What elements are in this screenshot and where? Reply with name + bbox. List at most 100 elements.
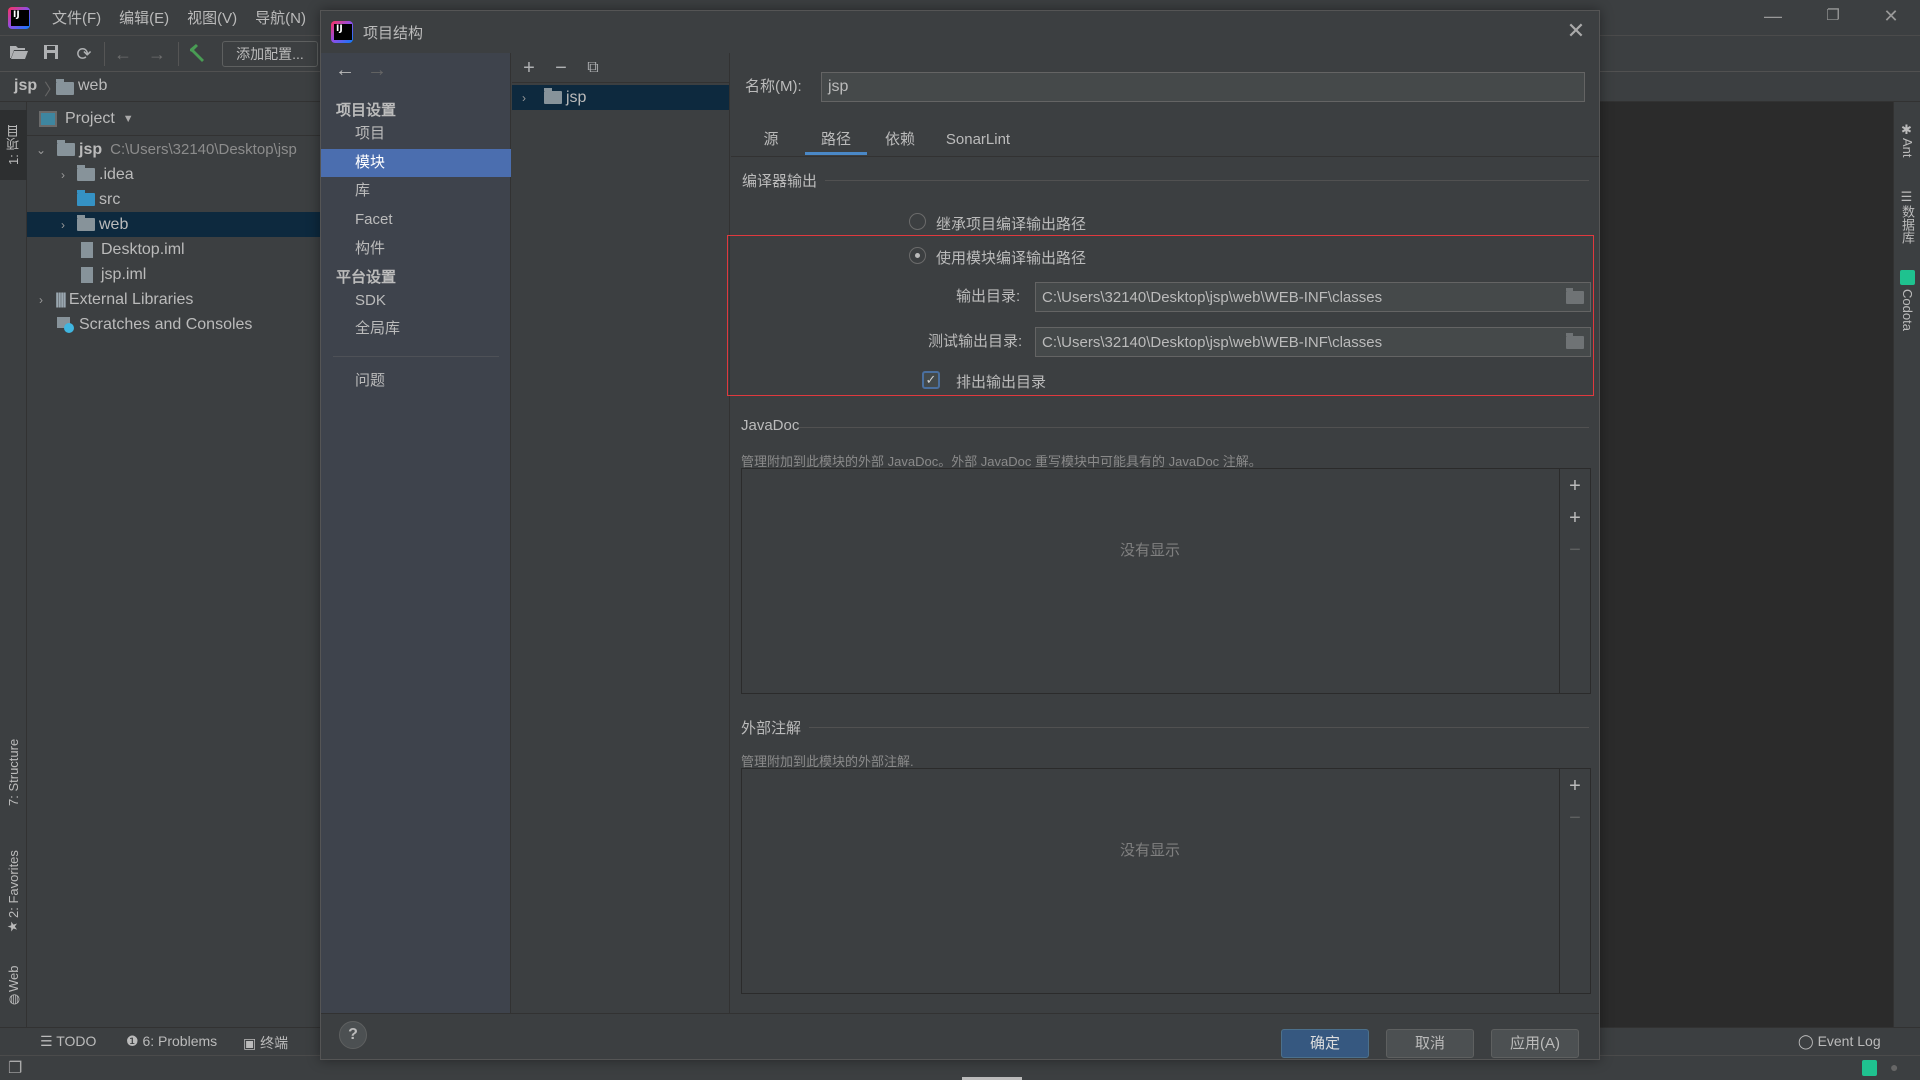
ant-tool-tab[interactable]: ✱ Ant: [1894, 110, 1920, 170]
copy-icon[interactable]: ⧉: [582, 57, 604, 79]
tree-item-path: C:\Users\32140\Desktop\jsp: [110, 141, 297, 158]
problems-label: 6: Problems: [142, 1033, 218, 1049]
codota-status-icon[interactable]: [1862, 1060, 1877, 1076]
nav-item-project[interactable]: 项目: [321, 120, 511, 148]
tree-item-desktop-iml[interactable]: Desktop.iml: [27, 237, 320, 262]
favorites-tool-tab[interactable]: ★ 2: Favorites: [0, 842, 27, 942]
breadcrumb-folder[interactable]: web: [78, 77, 107, 95]
back-icon[interactable]: ←: [112, 43, 134, 65]
codota-tool-tab-label: Codota: [1900, 288, 1915, 331]
remove-icon[interactable]: −: [550, 57, 572, 79]
module-item-jsp[interactable]: › jsp: [512, 85, 729, 110]
cancel-button[interactable]: 取消: [1386, 1029, 1474, 1058]
exclude-output-label[interactable]: 排出输出目录: [956, 371, 1046, 392]
nav-item-global-libraries[interactable]: 全局库: [321, 315, 511, 343]
problems-tool-tab[interactable]: ❶ 6: Problems: [126, 1033, 217, 1050]
dropdown-arrow-icon[interactable]: ▼: [123, 113, 134, 125]
tree-item-jsp-iml[interactable]: jsp.iml: [27, 262, 320, 287]
tree-item-external-libraries[interactable]: › |||| External Libraries: [27, 287, 320, 312]
tab-paths[interactable]: 路径: [805, 125, 867, 155]
remove-icon[interactable]: −: [1566, 540, 1584, 560]
terminal-tool-tab[interactable]: ▣ 终端: [243, 1033, 288, 1053]
notification-icon[interactable]: ●: [1890, 1059, 1898, 1075]
tree-item-src[interactable]: src: [27, 187, 320, 212]
exclude-output-checkbox[interactable]: ✓: [922, 371, 940, 389]
breadcrumb-project[interactable]: jsp: [14, 77, 37, 95]
chevron-right-icon[interactable]: ›: [516, 91, 532, 105]
tree-item-idea[interactable]: › .idea: [27, 162, 320, 187]
module-item-label: jsp: [566, 88, 587, 106]
add-icon[interactable]: +: [1566, 508, 1584, 528]
output-dir-input[interactable]: C:\Users\32140\Desktop\jsp\web\WEB-INF\c…: [1035, 282, 1591, 312]
restore-icon[interactable]: ❐: [1818, 6, 1848, 24]
toggle-tool-windows-icon[interactable]: ❐: [8, 1058, 22, 1078]
tree-item-jsp[interactable]: ⌄ jsp C:\Users\32140\Desktop\jsp: [27, 137, 320, 162]
browse-folder-icon[interactable]: [1566, 333, 1584, 349]
nav-item-facets[interactable]: Facet: [321, 206, 511, 234]
chevron-right-icon[interactable]: ›: [55, 168, 71, 182]
minimize-icon[interactable]: —: [1758, 6, 1788, 27]
use-module-output-radio[interactable]: [909, 247, 926, 264]
project-tool-tab[interactable]: 1: 项目: [0, 110, 27, 180]
nav-item-modules[interactable]: 模块: [321, 149, 511, 177]
help-button[interactable]: ?: [339, 1021, 367, 1049]
chevron-right-icon[interactable]: ›: [55, 218, 71, 232]
test-output-dir-input[interactable]: C:\Users\32140\Desktop\jsp\web\WEB-INF\c…: [1035, 327, 1591, 357]
web-tool-tab[interactable]: ◍ Web: [0, 954, 27, 1018]
scratches-icon: [57, 316, 75, 333]
section-divider: [799, 427, 1589, 428]
todo-tool-tab[interactable]: ☰ TODO: [40, 1033, 96, 1050]
menu-navigate[interactable]: 导航(N): [255, 7, 306, 28]
database-tool-tab[interactable]: ☰ 数据库: [1894, 182, 1920, 252]
browse-folder-icon[interactable]: [1566, 288, 1584, 304]
ok-button[interactable]: 确定: [1281, 1029, 1369, 1058]
nav-item-artifacts[interactable]: 构件: [321, 235, 511, 263]
nav-item-libraries[interactable]: 库: [321, 177, 511, 205]
menu-view[interactable]: 视图(V): [187, 7, 237, 28]
build-hammer-icon[interactable]: [186, 43, 208, 65]
tree-item-label: src: [99, 190, 121, 208]
inherit-output-radio[interactable]: [909, 213, 926, 230]
section-divider: [825, 180, 1589, 181]
ant-tool-tab-label: Ant: [1900, 137, 1915, 158]
chevron-right-icon[interactable]: ›: [33, 293, 49, 307]
sync-icon[interactable]: ⟳: [73, 43, 95, 65]
javadoc-empty-text: 没有显示: [1120, 542, 1181, 559]
dialog-title-bar: 项目结构: [321, 11, 1599, 53]
settings-nav: ← → 项目设置 项目 模块 库 Facet 构件 平台设置 SDK 全局库 问…: [321, 53, 511, 1013]
codota-tool-tab[interactable]: Codota: [1894, 264, 1920, 336]
tab-sources[interactable]: 源: [751, 125, 791, 155]
use-module-output-label[interactable]: 使用模块编译输出路径: [936, 247, 1086, 268]
chevron-down-icon[interactable]: ⌄: [33, 143, 49, 157]
nav-item-problems[interactable]: 问题: [321, 367, 511, 395]
tree-item-web[interactable]: › web: [27, 212, 320, 237]
tree-item-label: jsp.iml: [101, 265, 147, 283]
structure-tool-tab[interactable]: 7: Structure: [0, 722, 27, 822]
module-name-input[interactable]: jsp: [821, 72, 1585, 102]
menu-file[interactable]: 文件(F): [52, 7, 101, 28]
open-folder-icon[interactable]: [8, 43, 30, 65]
add-url-icon[interactable]: +: [1566, 476, 1584, 496]
add-configuration-button[interactable]: 添加配置...: [222, 41, 318, 67]
menu-edit[interactable]: 编辑(E): [119, 7, 169, 28]
external-annotations-list[interactable]: 没有显示 + −: [741, 768, 1591, 994]
window-close-icon[interactable]: ✕: [1876, 6, 1906, 27]
add-icon[interactable]: +: [1566, 776, 1584, 796]
add-icon[interactable]: +: [518, 57, 540, 79]
javadoc-list[interactable]: 没有显示 + + −: [741, 468, 1591, 694]
remove-icon[interactable]: −: [1566, 808, 1584, 828]
nav-forward-icon[interactable]: →: [367, 59, 387, 82]
tab-dependencies[interactable]: 依赖: [875, 125, 925, 155]
left-tool-stripe: 1: 项目 7: Structure ★ 2: Favorites ◍ Web: [0, 102, 27, 1027]
dialog-close-button[interactable]: ✕: [1563, 19, 1589, 45]
nav-item-sdk[interactable]: SDK: [321, 287, 511, 315]
tab-sonarlint[interactable]: SonarLint: [933, 125, 1023, 155]
forward-icon[interactable]: →: [146, 43, 168, 65]
save-icon[interactable]: [40, 43, 62, 65]
event-log-tool-tab[interactable]: ◯ Event Log: [1798, 1033, 1881, 1050]
nav-back-icon[interactable]: ←: [335, 59, 355, 82]
inherit-output-label[interactable]: 继承项目编译输出路径: [936, 213, 1086, 234]
apply-button[interactable]: 应用(A): [1491, 1029, 1579, 1058]
tree-item-scratches[interactable]: Scratches and Consoles: [27, 312, 320, 337]
project-panel-header[interactable]: Project ▼: [27, 102, 320, 136]
